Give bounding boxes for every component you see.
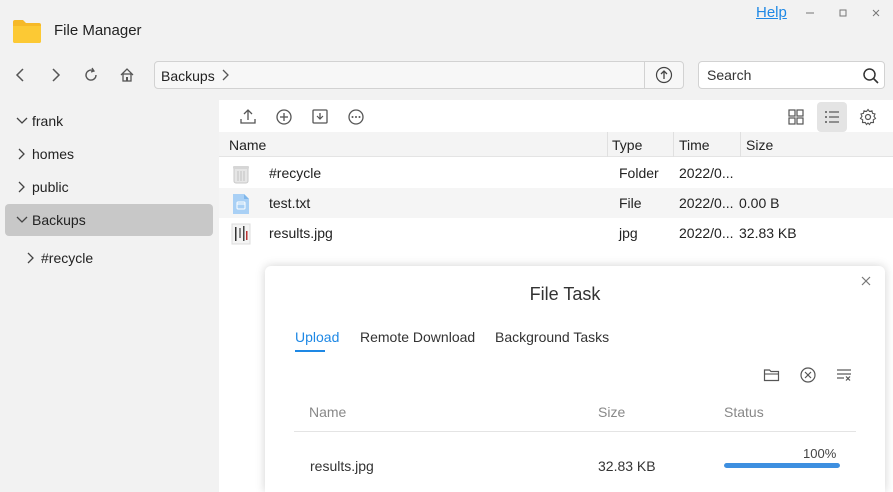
chevron-down-icon[interactable] (14, 113, 30, 129)
back-icon[interactable] (6, 62, 34, 88)
progress-bar (724, 463, 840, 468)
tree-item-backups[interactable]: Backups (5, 204, 213, 236)
chevron-right-icon[interactable] (23, 250, 39, 266)
dialog-title: File Task (529, 284, 601, 304)
progress-label: 100% (803, 446, 837, 461)
file-task-dialog: File Task Upload Remote Download Backgro… (265, 266, 885, 492)
home-icon[interactable] (113, 62, 141, 88)
cancel-circle-icon[interactable] (799, 366, 817, 384)
sidebar: frank homes public Backups #recycle (0, 100, 219, 492)
open-folder-icon[interactable] (763, 366, 781, 384)
divider (644, 62, 645, 88)
forward-icon[interactable] (42, 62, 70, 88)
column-time[interactable]: Time (679, 137, 710, 153)
file-time: 2022/0... (679, 225, 734, 241)
tree-item-label: Backups (32, 212, 86, 228)
tree-item-homes[interactable]: homes (14, 138, 214, 170)
file-time: 2022/0... (679, 165, 734, 181)
recycle-bin-icon (233, 166, 249, 184)
search-icon[interactable] (862, 67, 880, 85)
column-size[interactable]: Size (746, 137, 773, 153)
column-name[interactable]: Name (229, 137, 266, 153)
minimize-icon[interactable] (800, 4, 820, 22)
maximize-icon[interactable] (833, 4, 853, 22)
refresh-icon[interactable] (77, 62, 105, 88)
path-bar[interactable]: Backups (154, 61, 684, 89)
file-size: 0.00 B (739, 195, 780, 211)
file-type: File (619, 195, 642, 211)
active-tab-indicator (295, 350, 325, 352)
tab-remote-download[interactable]: Remote Download (360, 329, 475, 345)
grid-view-icon[interactable] (785, 106, 807, 128)
help-link[interactable]: Help (756, 4, 787, 21)
tree-item-recycle[interactable]: #recycle (23, 242, 213, 274)
tree-item-label: frank (32, 113, 64, 129)
clear-list-icon[interactable] (835, 366, 853, 384)
column-separator[interactable] (673, 132, 674, 157)
image-thumbnail-icon (231, 223, 251, 245)
file-type: Folder (619, 165, 659, 181)
tree-item-frank[interactable]: frank (14, 105, 214, 137)
breadcrumb[interactable]: Backups (161, 68, 215, 84)
folder-app-icon (13, 20, 41, 43)
tree-item-label: #recycle (41, 250, 94, 266)
chevron-right-icon[interactable] (14, 146, 30, 162)
task-file-name: results.jpg (310, 458, 374, 474)
file-row[interactable]: #recycle Folder 2022/0... (219, 158, 893, 188)
list-view-icon[interactable] (817, 102, 847, 132)
chevron-right-icon[interactable] (14, 179, 30, 195)
tree-item-public[interactable]: public (14, 171, 214, 203)
text-file-icon (233, 194, 249, 214)
remote-download-icon[interactable] (309, 106, 331, 128)
column-type[interactable]: Type (612, 137, 642, 153)
task-column-status: Status (724, 404, 764, 420)
column-separator[interactable] (607, 132, 608, 157)
file-type: jpg (619, 225, 638, 241)
file-row[interactable]: results.jpg jpg 2022/0... 32.83 KB (219, 218, 893, 248)
app-title: File Manager (54, 22, 142, 39)
column-separator[interactable] (740, 132, 741, 157)
divider (294, 431, 856, 432)
file-name: #recycle (269, 165, 322, 181)
tree-item-label: homes (32, 146, 75, 162)
task-column-size: Size (598, 404, 626, 420)
upload-arrow-icon[interactable] (655, 66, 673, 84)
progress-fill (724, 463, 840, 468)
file-size: 32.83 KB (739, 225, 797, 241)
title-bar: File Manager Help (0, 0, 893, 56)
file-name: results.jpg (269, 225, 333, 241)
file-time: 2022/0... (679, 195, 734, 211)
settings-gear-icon[interactable] (857, 106, 879, 128)
close-window-icon[interactable] (866, 4, 886, 22)
task-column-name: Name (309, 404, 347, 420)
add-icon[interactable] (273, 106, 295, 128)
search-box[interactable] (698, 61, 885, 89)
file-name: test.txt (269, 195, 311, 211)
more-icon[interactable] (345, 106, 367, 128)
chevron-right-icon (222, 69, 229, 81)
tab-background-tasks[interactable]: Background Tasks (495, 329, 609, 345)
tree-item-label: public (32, 179, 69, 195)
column-header: Name Type Time Size (219, 132, 893, 157)
chevron-down-icon[interactable] (14, 212, 30, 228)
file-row[interactable]: test.txt File 2022/0... 0.00 B (219, 188, 893, 218)
tab-upload[interactable]: Upload (295, 329, 339, 345)
upload-icon[interactable] (237, 106, 259, 128)
search-input[interactable] (707, 66, 857, 84)
task-file-size: 32.83 KB (598, 458, 656, 474)
